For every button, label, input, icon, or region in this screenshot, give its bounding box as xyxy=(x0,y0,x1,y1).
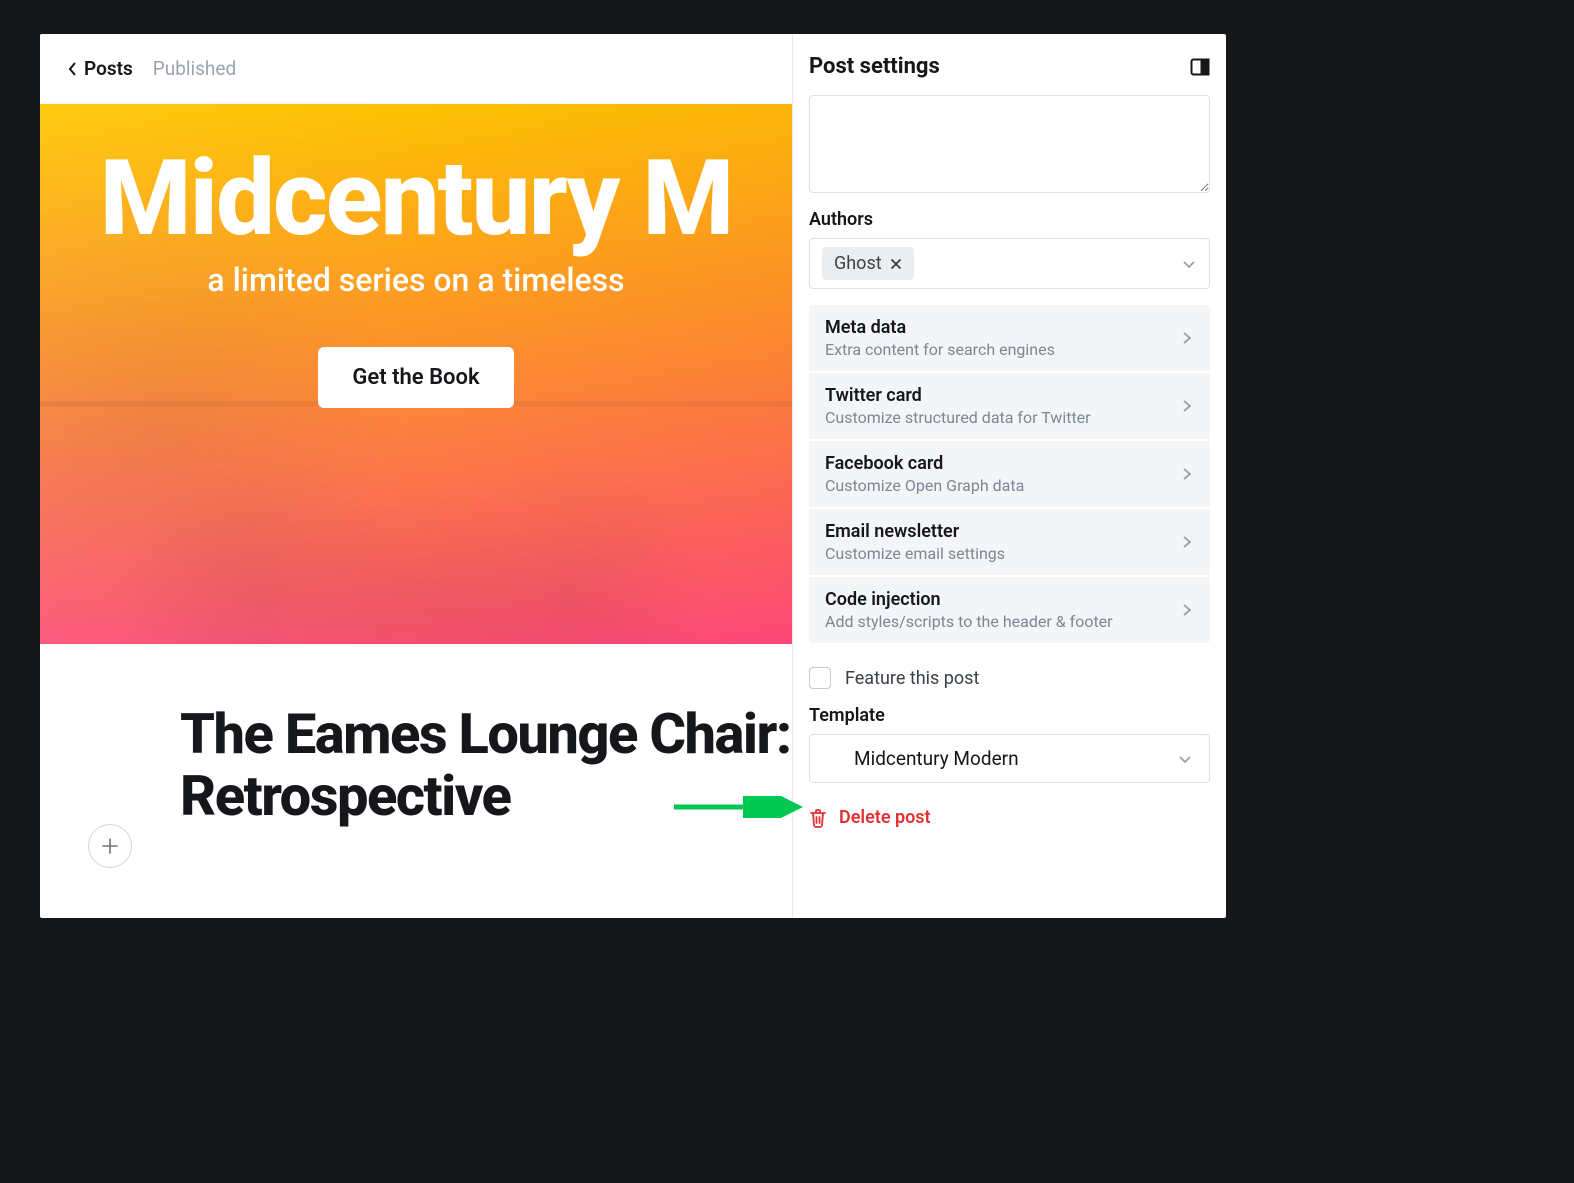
meta-item-title: Facebook card xyxy=(825,453,1024,474)
meta-item-title: Meta data xyxy=(825,317,1055,338)
get-the-book-button[interactable]: Get the Book xyxy=(318,347,513,408)
chevron-right-icon xyxy=(1180,603,1194,617)
chevron-down-icon xyxy=(1181,256,1197,272)
meta-item-title: Email newsletter xyxy=(825,521,1005,542)
authors-section: Authors Ghost xyxy=(809,209,1210,289)
chevron-right-icon xyxy=(1180,535,1194,549)
meta-list: Meta data Extra content for search engin… xyxy=(809,305,1210,643)
app-window: Posts Published Midcentury M a limited s… xyxy=(40,34,1226,918)
back-label: Posts xyxy=(84,57,133,80)
sidebar-header: Post settings xyxy=(809,54,1210,79)
chevron-right-icon xyxy=(1180,331,1194,345)
feature-post-row: Feature this post xyxy=(809,667,1210,689)
meta-item-desc: Customize Open Graph data xyxy=(825,476,1024,495)
hero-subtitle: a limited series on a timeless xyxy=(207,261,624,299)
editor-pane: Posts Published Midcentury M a limited s… xyxy=(40,34,792,918)
hero-banner: Midcentury M a limited series on a timel… xyxy=(40,104,792,644)
meta-item-desc: Add styles/scripts to the header & foote… xyxy=(825,612,1113,631)
add-block-button[interactable] xyxy=(88,824,132,868)
meta-item-desc: Extra content for search engines xyxy=(825,340,1055,359)
editor-topbar: Posts Published xyxy=(40,34,792,104)
email-newsletter-item[interactable]: Email newsletter Customize email setting… xyxy=(809,509,1210,575)
template-value: Midcentury Modern xyxy=(854,747,1019,770)
authors-label: Authors xyxy=(809,209,1210,230)
meta-item-desc: Customize email settings xyxy=(825,544,1005,563)
twitter-card-item[interactable]: Twitter card Customize structured data f… xyxy=(809,373,1210,439)
post-body: The Eames Lounge Chair: Retrospective xyxy=(40,644,792,918)
meta-data-item[interactable]: Meta data Extra content for search engin… xyxy=(809,305,1210,371)
post-title[interactable]: The Eames Lounge Chair: Retrospective xyxy=(180,704,792,827)
meta-item-title: Twitter card xyxy=(825,385,1091,406)
chevron-right-icon xyxy=(1180,467,1194,481)
template-label: Template xyxy=(809,705,1210,726)
code-injection-item[interactable]: Code injection Add styles/scripts to the… xyxy=(809,577,1210,643)
template-select[interactable]: Midcentury Modern xyxy=(809,734,1210,783)
chevron-left-icon xyxy=(68,61,78,77)
sidebar-toggle-icon[interactable] xyxy=(1190,57,1210,77)
remove-author-icon[interactable] xyxy=(890,258,902,270)
settings-sidebar: Post settings Authors Ghost Meta data xyxy=(792,34,1226,918)
author-chip-label: Ghost xyxy=(834,253,882,274)
authors-select[interactable]: Ghost xyxy=(809,238,1210,289)
plus-icon xyxy=(101,837,119,855)
hero-title: Midcentury M xyxy=(100,146,733,251)
delete-post-label: Delete post xyxy=(839,807,931,828)
meta-item-title: Code injection xyxy=(825,589,1113,610)
chevron-right-icon xyxy=(1180,399,1194,413)
sidebar-title: Post settings xyxy=(809,54,940,79)
author-chip: Ghost xyxy=(822,247,914,280)
feature-post-label: Feature this post xyxy=(845,668,979,689)
facebook-card-item[interactable]: Facebook card Customize Open Graph data xyxy=(809,441,1210,507)
template-section: Template Midcentury Modern xyxy=(809,705,1210,783)
trash-icon xyxy=(809,808,827,828)
feature-post-checkbox[interactable] xyxy=(809,667,831,689)
excerpt-textarea[interactable] xyxy=(809,95,1210,193)
delete-post-button[interactable]: Delete post xyxy=(809,807,1210,828)
chevron-down-icon xyxy=(1177,751,1193,767)
meta-item-desc: Customize structured data for Twitter xyxy=(825,408,1091,427)
back-to-posts-link[interactable]: Posts xyxy=(68,57,133,80)
post-status: Published xyxy=(153,57,236,80)
